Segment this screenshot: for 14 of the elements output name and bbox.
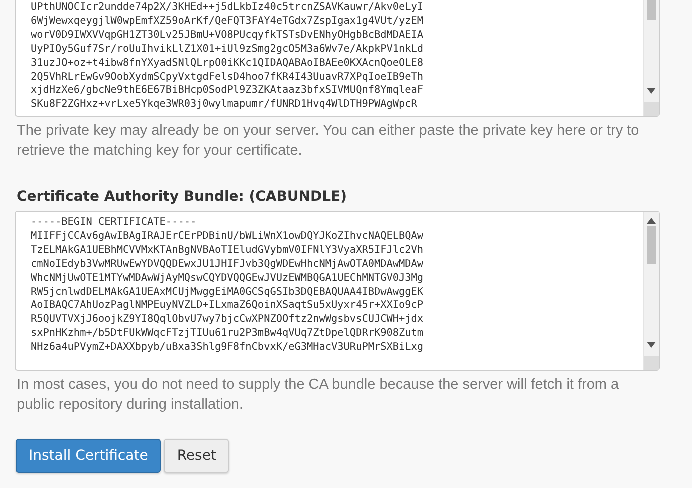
resize-handle[interactable] xyxy=(644,356,659,370)
field-label: Certificate Authority Bundle: (CABUNDLE) xyxy=(17,189,348,205)
scrollbar-thumb[interactable] xyxy=(647,226,656,264)
scroll-down-icon[interactable] xyxy=(647,342,656,348)
help-text: The private key may already be on your server. You can either paste the private key here or try to retrieve the matching key for your certificate. xyxy=(17,122,640,161)
ca-bundle-field[interactable]: -----BEGIN CERTIFICATE----- MIIFFjCCAv6gAwIBAgIRAJErCErPDBinU/bWLiWnX1owDQYJKoZIhvcNAQELBQAw TzELMAkGA1UEBhMCVVMxKTAnBgNVBAoTIEludGVybmV0IFNlY3VyaXR5IFJlc2Vh cmNoIEdyb3VwMRUwEwYDVQQDEwxJU1JHIFJvb3QgWDEwHhcNMjAwOTA0MDAwMDAw WhcNMjUwOTE1MTYwMDAwWjAyMQswCQYDVQQGEwJVUzEWMBQGA1UEChMNTGV0J3Mg RW5jcnlwdDELMAkGA1UEAxMCUjMwggEiMA0GCSqGSIb3DQEBAQUAA4IBDwAwggEK AoIBAQC7AhUozPaglNMPEuyNVZLD+ILxmaZ6QoinXSaqtSu5xUyxr45r+XXIo9cP R5QUVTVXjJ6oojkZ9YI8QqlObvU7wy7bjcCwXPNZOOftz2nwWgsbvsCUJCWH+jdx sxPnHKzhm+/b5DtFUkWWqcFTzjTIUu61ru2P3mBw4qVUq7ZtDpelQDRrK908Zutm NHz6a4uPVymZ+DAXXbpyb/uBxa3Shlg9F8fnCbvxK/eG3MHacV3URuPMrSXBiLxg xyxy=(15,211,660,371)
help-text: In most cases, you do not need to supply the CA bundle because the server will fetch it from a public repository during installation. xyxy=(17,376,620,415)
install-button[interactable]: Install Certificate xyxy=(16,439,162,473)
reset-button[interactable]: Reset xyxy=(164,439,230,473)
scroll-down-icon[interactable] xyxy=(647,88,656,94)
resize-handle[interactable] xyxy=(644,102,659,116)
scrollbar-thumb[interactable] xyxy=(647,0,656,20)
private-key-field[interactable]: UPthUNOCIcr2undde74p2X/3KHEd++j5dLkbIz40c5trcnZSAVKauwr/Akv0eLyI 6WjWewxqeygjlW0wpEmfXZ59oArKf/QeFQT3FAY4eTGdx7ZspIgax1g4VUt/yzEM worV0D9IWXVVqpGH1ZT30Lv25JBmU+VO8PUcqyfkTSTsDvENhyOHgbBcBdMDAEIA UyPIOy5Guf7Sr/roUuIhvikLlZ1X01+iUl9zSmg2gcO5M3a6Wv7e/AkpkPV1nkLd 31uzJO+oz+t4ibw8fnYXyadSNlQLrpO0iKKc1QIDAQABAoIBAEe0KXAcnQoeOLE8 2Q5VhRLrEwGv9OobXydmSCpyVxtgdFelsD4hoo7fKR4I43UuavR7XPqIoeIB9eTh xjdHzXe6/gbcNe9thE6E67BiBHcp0SodPl9Z3ZKAtaaz3bfxSIVMUQnf8YmqleaF SKu8F2ZGHxz+vrLxe5Ykqe3WR03j0wylmapumr/fUNRD1Hvq4WlDTH9PWAgWpcR xyxy=(15,0,660,117)
scroll-up-icon[interactable] xyxy=(647,218,656,224)
